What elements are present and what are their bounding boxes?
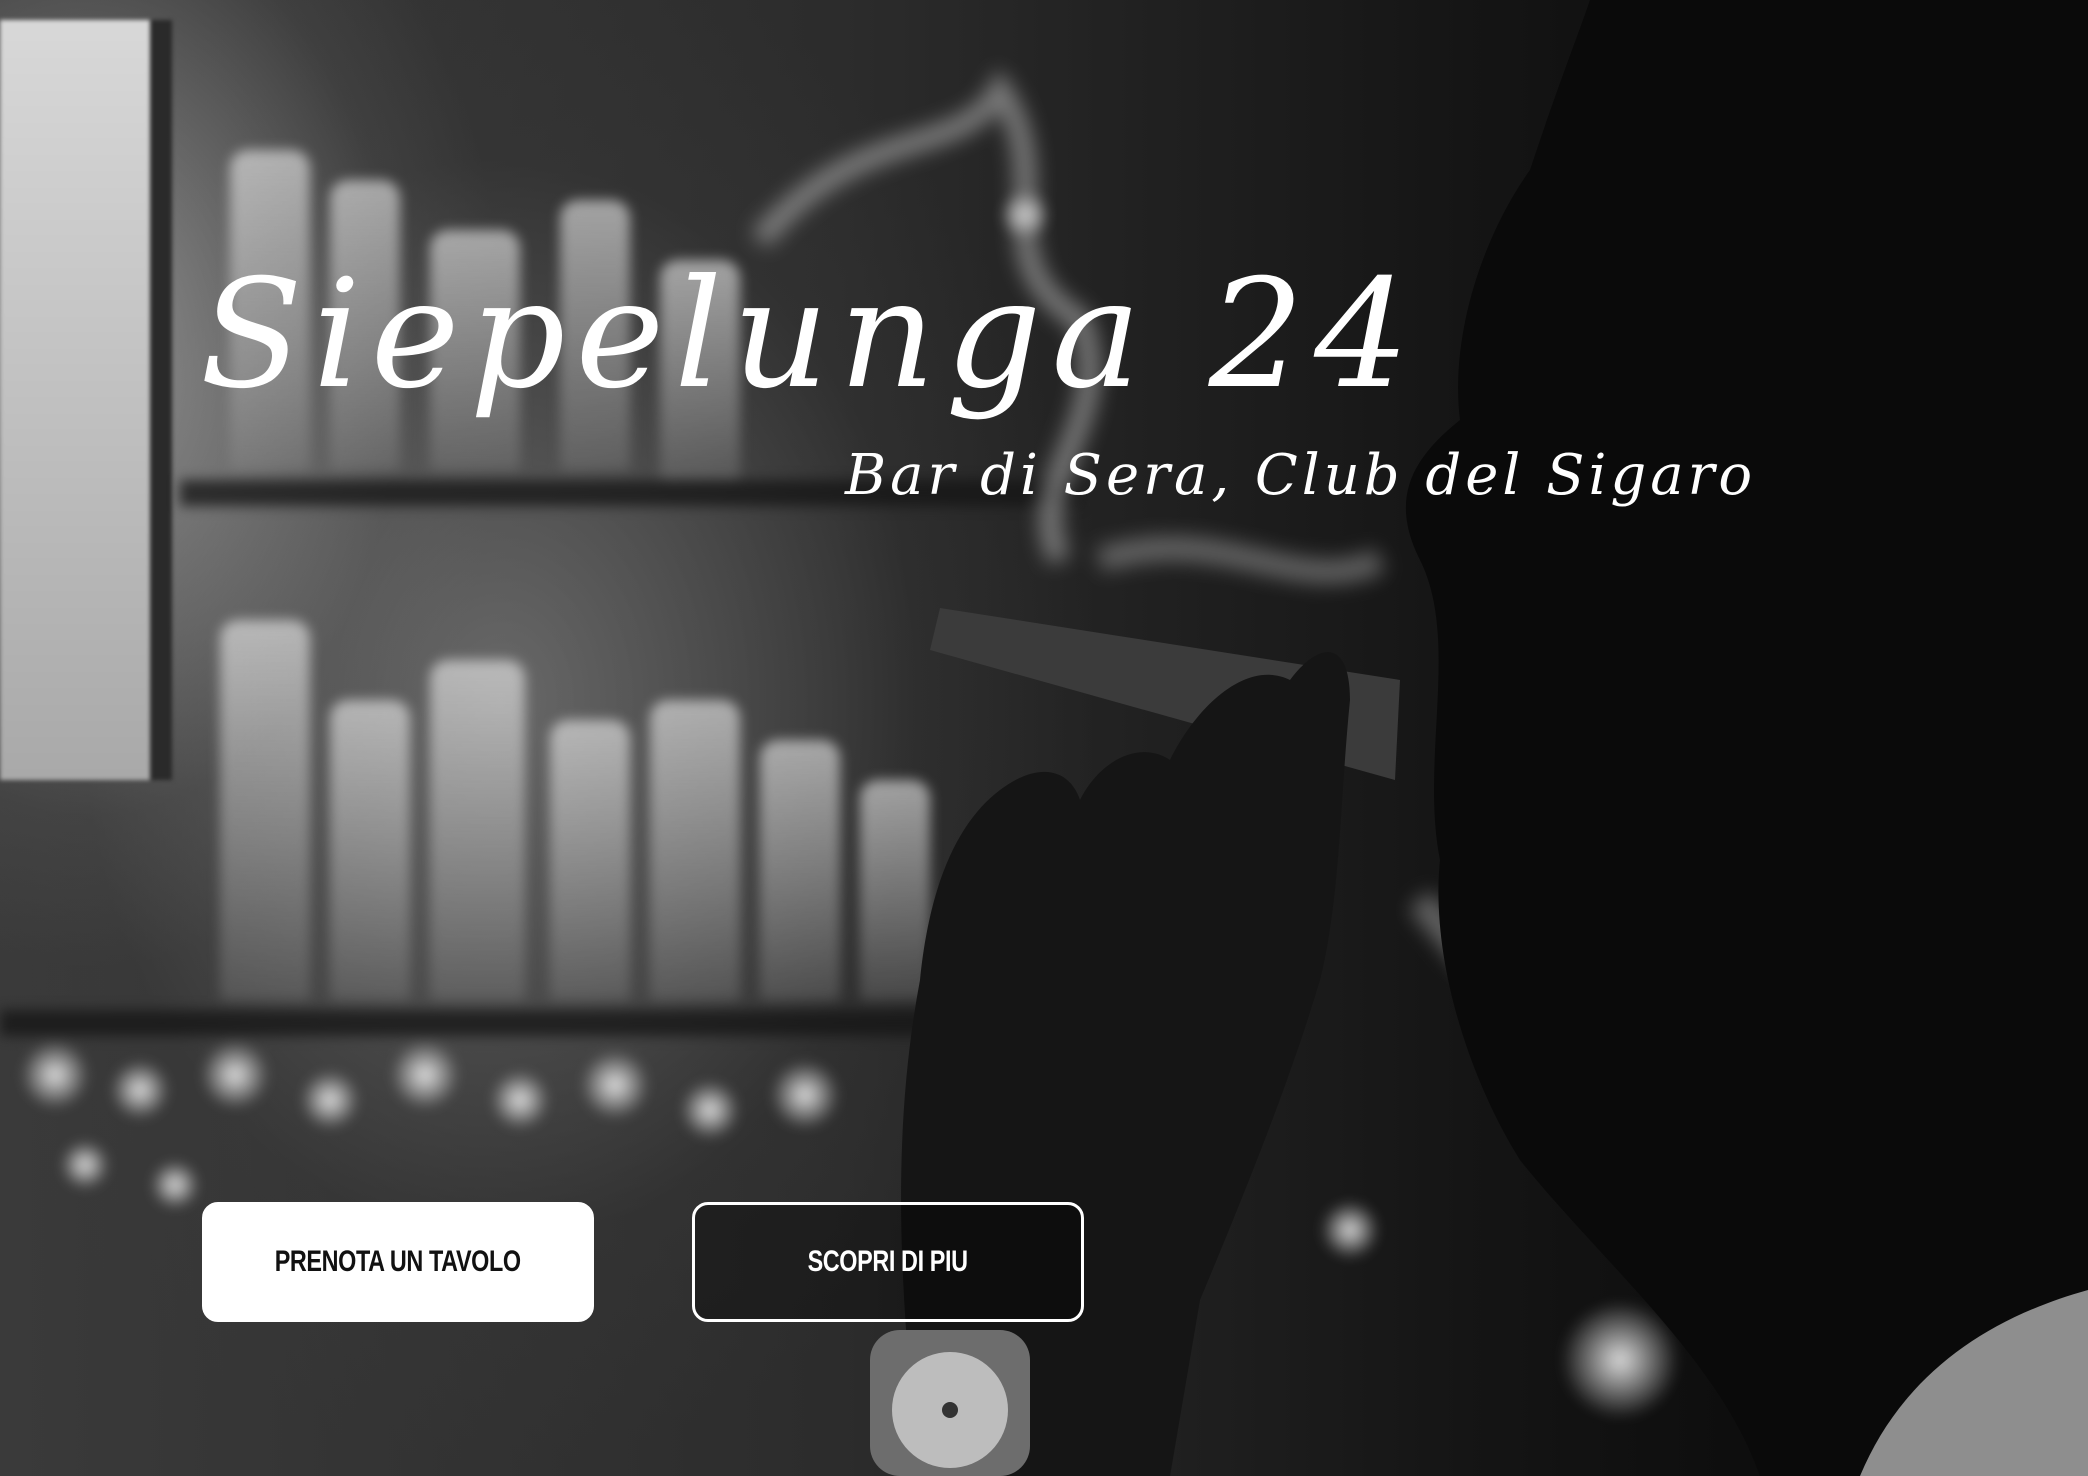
book-table-button[interactable]: PRENOTA UN TAVOLO <box>202 1202 594 1322</box>
hero-section: Siepelunga 24 Bar di Sera, Club del Siga… <box>0 0 2088 1476</box>
discover-more-button-label: SCOPRI DI PIU <box>807 1245 969 1278</box>
site-tagline: Bar di Sera, Club del Sigaro <box>845 443 1757 508</box>
book-table-button-label: PRENOTA UN TAVOLO <box>274 1245 521 1278</box>
discover-more-button[interactable]: SCOPRI DI PIU <box>692 1202 1084 1322</box>
site-title: Siepelunga 24 <box>200 248 1420 422</box>
